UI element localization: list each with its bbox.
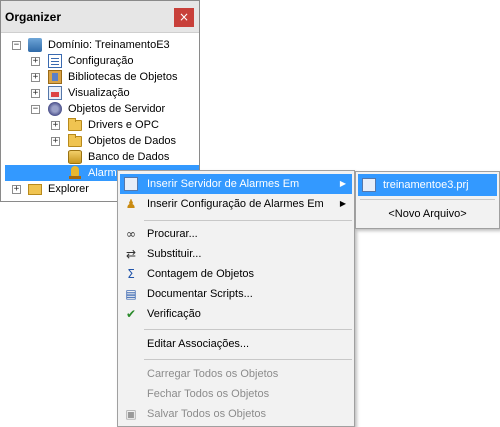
expand-icon[interactable]: + [51,137,60,146]
menu-item-label: Salvar Todos os Objetos [147,408,267,420]
menu-item-editar-associacoes[interactable]: Editar Associações... [120,334,352,354]
folder-icon [28,184,42,195]
domain-icon [28,38,42,52]
menu-item-label: Editar Associações... [147,338,250,350]
folder-icon [68,118,82,131]
menu-item-procurar[interactable]: ∞ Procurar... [120,224,352,244]
submenu-separator [360,199,495,200]
menu-item-inserir-servidor-alarmes[interactable]: Inserir Servidor de Alarmes Em ▶ [120,174,352,194]
menu-separator [144,329,352,330]
expand-icon[interactable]: + [31,89,40,98]
tree-item-label: Banco de Dados [88,151,170,163]
menu-item-substituir[interactable]: ⇄ Substituir... [120,244,352,264]
insert-config-icon: ♟ [125,197,137,211]
menu-item-label: Substituir... [147,248,202,260]
menu-item-label: Contagem de Objetos [147,268,255,280]
menu-item-label: Carregar Todos os Objetos [147,368,279,380]
tree-item-label: Configuração [68,55,134,67]
menu-item-label: Fechar Todos os Objetos [147,388,270,400]
tree-item-banco-dados[interactable]: Banco de Dados [1,149,199,165]
menu-item-label: Documentar Scripts... [147,288,253,300]
tree-item-domain[interactable]: − Domínio: TreinamentoE3 [1,37,199,53]
tree-item-label: Drivers e OPC [88,119,159,131]
tree-item-label: Objetos de Dados [88,135,177,147]
collapse-icon[interactable]: − [12,41,21,50]
tree-item-drivers-opc[interactable]: + Drivers e OPC [1,117,199,133]
expand-icon[interactable]: + [31,73,40,82]
tree-item-visualizacao[interactable]: + Visualização [1,85,199,101]
context-menu: Inserir Servidor de Alarmes Em ▶ ♟ Inser… [117,170,355,427]
submenu-arrow-icon: ▶ [339,199,346,208]
menu-item-fechar-todos[interactable]: Fechar Todos os Objetos [120,384,352,404]
database-icon [68,150,82,164]
menu-item-label: Procurar... [147,228,198,240]
menu-item-label: Inserir Servidor de Alarmes Em [147,178,300,190]
submenu-item-label: treinamentoe3.prj [383,179,469,191]
replace-icon: ⇄ [125,247,137,261]
library-icon [48,70,62,84]
alarm-icon [68,166,82,180]
expand-icon[interactable]: + [31,57,40,66]
book-icon: ▤ [125,287,137,301]
folder-icon [68,134,82,147]
tree-item-objetos-dados[interactable]: + Objetos de Dados [1,133,199,149]
menu-item-inserir-configuracao-alarmes[interactable]: ♟ Inserir Configuração de Alarmes Em ▶ [120,194,352,214]
check-icon: ✔ [125,307,137,321]
save-all-icon: ▣ [125,407,137,421]
expand-icon[interactable]: + [12,185,21,194]
menu-item-contagem-objetos[interactable]: Σ Contagem de Objetos [120,264,352,284]
tree-item-bibliotecas[interactable]: + Bibliotecas de Objetos [1,69,199,85]
tree-item-label: Bibliotecas de Objetos [68,71,178,83]
tree-item-label: Objetos de Servidor [68,103,166,115]
sigma-icon: Σ [127,267,135,281]
organizer-title: Organizer [5,10,62,24]
collapse-icon[interactable]: − [31,105,40,114]
project-icon [362,178,376,192]
menu-separator [144,359,352,360]
organizer-title-bar: Organizer × [1,1,199,33]
tree-item-label: Visualização [68,87,130,99]
tree-item-label: Explorer [48,183,89,195]
menu-item-label: Inserir Configuração de Alarmes Em [147,198,324,210]
submenu-item-project[interactable]: treinamentoe3.prj [358,174,497,196]
menu-item-carregar-todos[interactable]: Carregar Todos os Objetos [120,364,352,384]
tree-item-objetos-servidor[interactable]: − Objetos de Servidor [1,101,199,117]
tree-item-configuracao[interactable]: + Configuração [1,53,199,69]
submenu-item-novo-arquivo[interactable]: <Novo Arquivo> [358,203,497,225]
menu-separator [144,220,352,221]
menu-item-salvar-todos[interactable]: ▣ Salvar Todos os Objetos [120,404,352,424]
menu-item-label: Verificação [147,308,201,320]
server-objects-icon [48,102,62,116]
submenu-item-label: <Novo Arquivo> [388,208,467,220]
menu-item-verificacao[interactable]: ✔ Verificação [120,304,352,324]
insert-server-icon [124,177,138,191]
display-icon [48,86,62,100]
expand-icon[interactable]: + [51,121,60,130]
submenu: treinamentoe3.prj <Novo Arquivo> [355,171,500,229]
binoculars-icon: ∞ [126,227,136,241]
submenu-arrow-icon: ▶ [339,179,346,188]
close-button[interactable]: × [174,8,194,27]
tree-item-label: Domínio: TreinamentoE3 [48,39,170,51]
menu-item-documentar-scripts[interactable]: ▤ Documentar Scripts... [120,284,352,304]
config-icon [48,54,62,68]
